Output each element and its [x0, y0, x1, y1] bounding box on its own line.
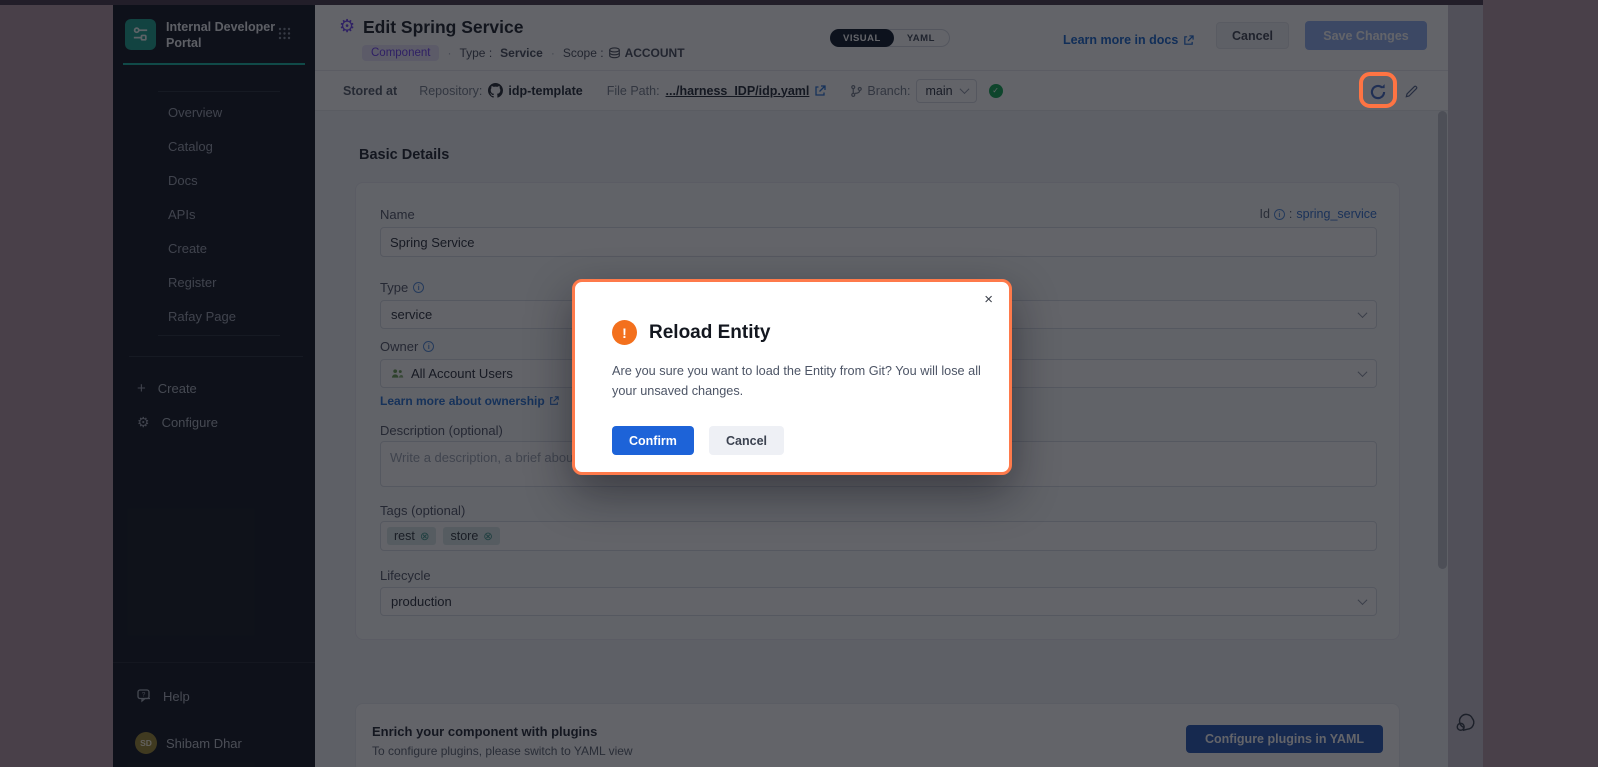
modal-cancel-button[interactable]: Cancel — [709, 426, 784, 455]
close-icon[interactable]: × — [984, 292, 993, 307]
modal-title: Reload Entity — [649, 322, 770, 344]
highlight-ring — [1359, 72, 1397, 108]
confirm-button[interactable]: Confirm — [612, 426, 694, 455]
warning-icon: ! — [612, 320, 637, 345]
modal-body: Are you sure you want to load the Entity… — [612, 361, 996, 402]
reload-entity-modal: × ! Reload Entity Are you sure you want … — [572, 279, 1012, 475]
